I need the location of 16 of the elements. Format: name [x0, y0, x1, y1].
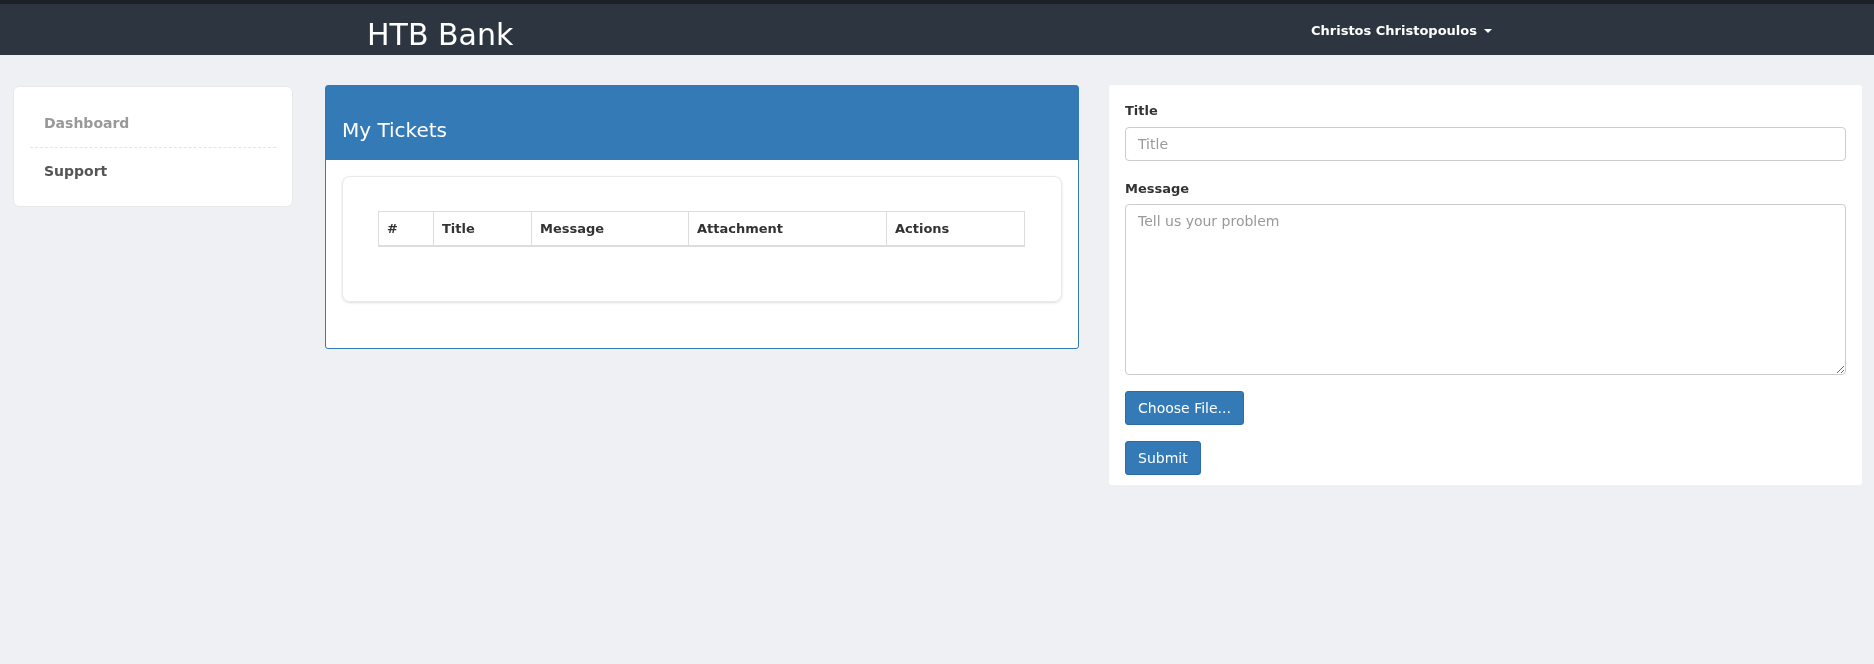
title-field[interactable]: Title [1125, 126, 1846, 161]
column-header: Actions [886, 211, 1025, 246]
submit-button[interactable]: Submit [1125, 441, 1201, 475]
caret-icon [1484, 28, 1492, 33]
column-header: Title [433, 211, 532, 246]
column-header: Message [531, 211, 689, 246]
choose-file-button[interactable]: Choose File... [1125, 391, 1244, 425]
column-header: Attachment [688, 211, 887, 246]
field-label: Title [1125, 102, 1159, 120]
message-field[interactable]: Tell us your problem [1125, 204, 1846, 375]
panel-title: My Tickets [326, 86, 1078, 160]
brand-title[interactable]: HTB Bank [367, 12, 514, 57]
user-menu[interactable]: Christos Christopoulos [1311, 21, 1492, 41]
column-header: # [378, 211, 434, 246]
field-label: Message [1125, 179, 1191, 198]
sidebar-item[interactable]: Support [30, 148, 276, 195]
